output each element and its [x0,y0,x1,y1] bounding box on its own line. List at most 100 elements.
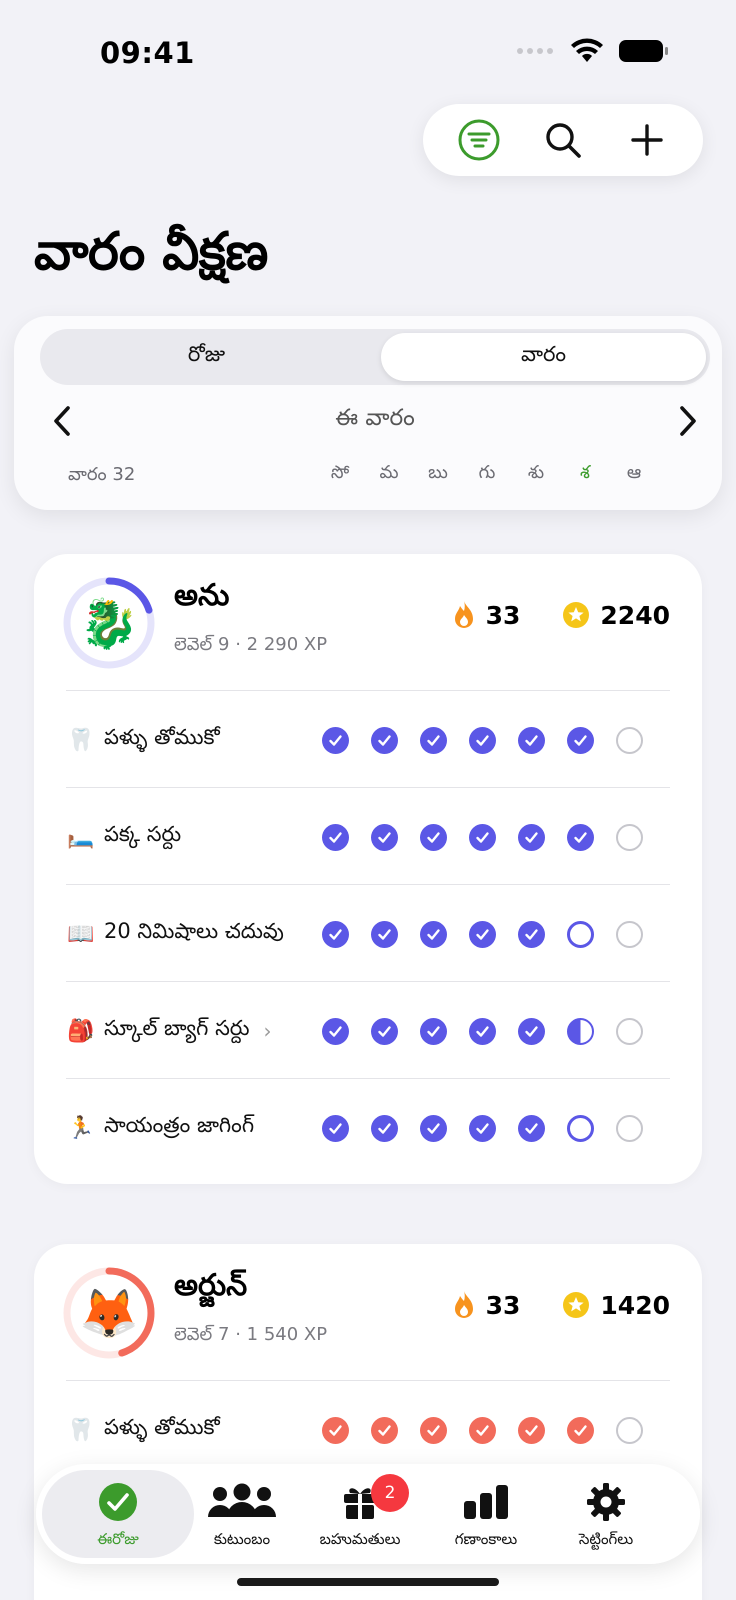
checkmark-icon [329,1425,342,1436]
avatar[interactable]: 🦊 [62,1266,156,1360]
filter-button[interactable] [451,112,507,168]
day-check-done[interactable] [469,921,496,948]
checkmark-icon [525,1026,538,1037]
day-check-done[interactable] [371,727,398,754]
day-check-done[interactable] [371,824,398,851]
tab-check-circle[interactable]: ఈరోజు [42,1470,194,1558]
day-check-done[interactable] [420,1018,447,1045]
day-check-done[interactable] [518,1018,545,1045]
avatar[interactable]: 🐉 [62,576,156,670]
weekday-label: గు [478,462,496,483]
notification-badge: 2 [371,1474,409,1512]
check-circle-icon [98,1480,138,1524]
checkmark-icon [329,1123,342,1134]
day-check-done[interactable] [371,1417,398,1444]
day-check-done[interactable] [322,1115,349,1142]
day-check-done[interactable] [371,921,398,948]
weekday-header: వారం 32 సో మ బు గు శు శ ఆ [68,462,688,492]
day-check-done[interactable] [469,1417,496,1444]
tab-gift[interactable]: 2 బహుమతులు [298,1470,422,1558]
day-check-done[interactable] [420,1417,447,1444]
member-card-anu: 🐉 అను లెవెల్ 9 · 2 290 XP 33 2240 🦷 పళ్ళు తోము… [34,554,702,1184]
tab-gear[interactable]: సెట్టింగ్‌లు [544,1470,668,1558]
day-check-done[interactable] [420,1115,447,1142]
day-check-done[interactable] [420,824,447,851]
streak-count: 33 [485,1290,521,1320]
member-stats: 33 1420 [452,1290,670,1320]
segment-week[interactable]: వారం [381,333,706,381]
day-check-done[interactable] [469,824,496,851]
task-name: పక్క సర్దు [104,822,182,846]
day-check-done[interactable] [567,727,594,754]
points-count: 1420 [600,1290,670,1320]
task-row: 🦷 పళ్ళు తోముకో [66,690,670,788]
day-check-empty[interactable] [616,1115,643,1142]
member-name: అర్జున్ [174,1268,248,1303]
day-check-empty[interactable] [616,921,643,948]
day-check-done[interactable] [518,727,545,754]
day-check-done[interactable] [322,824,349,851]
status-time: 09:41 [100,36,195,70]
add-button[interactable] [619,112,675,168]
day-check-done[interactable] [518,824,545,851]
day-check-done[interactable] [322,921,349,948]
tab-people[interactable]: కుటుంబం [180,1470,304,1558]
member-level: లెవెల్ 7 · 1 540 XP [174,1324,328,1345]
member-header: 🦊 అర్జున్ లెవెల్ 7 · 1 540 XP 33 1420 [34,1244,702,1380]
day-checks [322,921,652,949]
week-selector-card: రోజు వారం ఈ వారం వారం 32 సో మ బు గు శు శ ఆ [14,316,722,510]
checkmark-icon [476,1026,489,1037]
day-check-done[interactable] [567,824,594,851]
backpack-icon: 🎒 [67,1018,95,1044]
view-segmented-control: రోజు వారం [40,329,710,385]
checkmark-icon [476,735,489,746]
checkmark-icon [329,1026,342,1037]
checkmark-icon [378,1026,391,1037]
checkmark-icon [574,1425,587,1436]
day-check-done[interactable] [371,1115,398,1142]
plus-icon [631,124,663,156]
day-check-done[interactable] [469,727,496,754]
tab-bar-chart[interactable]: గణాంకాలు [424,1470,548,1558]
fox-emoji: 🦊 [79,1285,139,1342]
search-button[interactable] [535,112,591,168]
day-check-empty[interactable] [616,1417,643,1444]
day-check-open[interactable] [567,921,594,948]
day-check-done[interactable] [518,1115,545,1142]
task-label[interactable]: 🎒 స్కూల్ బ్యాగ్ సర్దు › [66,982,272,1080]
member-level: లెవెల్ 9 · 2 290 XP [174,634,328,655]
checkmark-icon [378,1123,391,1134]
member-stats: 33 2240 [452,600,670,630]
next-week-button[interactable] [666,399,710,443]
day-check-done[interactable] [567,1417,594,1444]
day-check-done[interactable] [371,1018,398,1045]
checkmark-icon [476,1425,489,1436]
day-check-done[interactable] [518,1417,545,1444]
day-check-empty[interactable] [616,824,643,851]
chevron-right-icon: › [263,1019,272,1043]
checkmark-icon [378,832,391,843]
day-check-done[interactable] [322,1417,349,1444]
tab-label: ఈరోజు [97,1530,139,1548]
day-check-done[interactable] [322,1018,349,1045]
previous-week-button[interactable] [40,399,84,443]
task-label: 📖 20 నిమిషాలు చదువు [66,885,284,983]
day-checks [322,824,652,852]
checkmark-icon [378,1425,391,1436]
streak-count: 33 [485,600,521,630]
day-check-half[interactable] [567,1018,594,1045]
task-label: 🛏️ పక్క సర్దు [66,788,181,886]
day-check-done[interactable] [420,727,447,754]
day-check-empty[interactable] [616,1018,643,1045]
day-check-open[interactable] [567,1115,594,1142]
day-check-empty[interactable] [616,727,643,754]
day-check-done[interactable] [518,921,545,948]
segment-day[interactable]: రోజు [44,333,369,381]
day-check-done[interactable] [420,921,447,948]
day-check-done[interactable] [469,1018,496,1045]
day-check-done[interactable] [322,727,349,754]
runner-icon: 🏃 [67,1115,95,1141]
day-check-done[interactable] [469,1115,496,1142]
book-icon: 📖 [67,921,95,947]
checkmark-icon [476,832,489,843]
